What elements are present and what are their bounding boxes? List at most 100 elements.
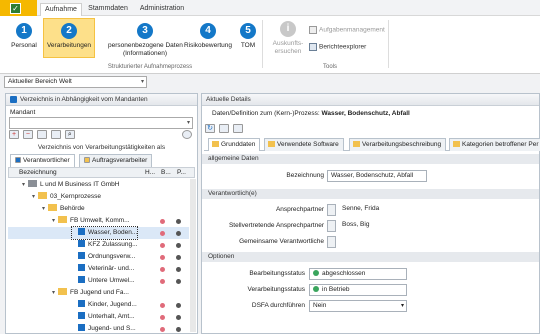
view-icon[interactable] — [182, 130, 192, 139]
folder-icon — [48, 204, 57, 211]
bezeichnung-field[interactable]: Wasser, Bodenschutz, Abfall — [327, 170, 427, 182]
aufgabenmanagement-button[interactable]: Aufgabenmanagement — [309, 26, 385, 34]
tab-auftragsverarbeiter[interactable]: Auftragsverarbeiter — [79, 154, 153, 167]
step-3-icon: 3 — [137, 23, 153, 39]
tree-row[interactable]: Veterinär- und... — [8, 263, 189, 275]
add-icon[interactable]: + — [9, 130, 19, 139]
auskunftsersuchen-button[interactable]: i Auskunfts- ersuchen — [268, 21, 308, 56]
tab-icon — [353, 141, 360, 147]
tree-row-label: Kinder, Jugend... — [88, 301, 137, 308]
status-dot — [176, 267, 181, 272]
document-icon — [78, 228, 85, 235]
bearbeitungsstatus-label: Bearbeitungsstatus — [249, 270, 305, 277]
step-4-icon: 4 — [200, 23, 216, 39]
tab-stammdaten[interactable]: Stammdaten — [86, 3, 130, 16]
save-icon[interactable] — [218, 124, 229, 133]
tree-row[interactable]: ▾ 03_Kernprozesse — [8, 191, 189, 203]
step-5-icon: 5 — [240, 23, 256, 39]
process-label: Daten/Definition zum (Kern-)Prozess: — [212, 110, 320, 117]
bereich-value: Welt — [58, 78, 72, 85]
tree-row[interactable]: ▾ FB Jugend und Fa... — [8, 287, 189, 299]
tab-verarbeitungsbeschreibung[interactable]: Verarbeitungsbeschreibung — [349, 138, 447, 151]
section-verantwortlich: Verantwortlich(e) — [202, 189, 539, 199]
remove-icon[interactable]: − — [22, 130, 33, 139]
berichteexplorer-button[interactable]: Berichteexplorer — [309, 43, 366, 51]
app-menu-button[interactable]: ✓ — [0, 0, 37, 16]
export-icon[interactable] — [232, 124, 243, 133]
tree-row[interactable]: Jugend- und S... — [8, 323, 189, 332]
gemeinsam-picker[interactable] — [327, 236, 336, 248]
tree-row-label: Unterhalt, Amt... — [88, 313, 135, 320]
tab-verantwortlicher[interactable]: Verantwortlicher — [10, 154, 75, 167]
stellvertreter-label: Stellvertretende Ansprechpartner — [228, 222, 324, 229]
detail-tabs: Grunddaten Verwendete Software Verarbeit… — [204, 138, 540, 151]
search-icon[interactable]: ⌕ — [64, 130, 75, 139]
col-p[interactable]: P... — [177, 168, 186, 177]
left-panel-header: Verzeichnis in Abhängigkeit vom Mandante… — [6, 94, 197, 106]
step-verarbeitungen-button[interactable]: 2 Verarbeitungen — [43, 18, 95, 58]
tree-row[interactable]: Kinder, Jugend... — [8, 299, 189, 311]
verarbeitungsstatus-label: Verarbeitungsstatus — [247, 286, 305, 293]
col-b[interactable]: B... — [161, 168, 171, 177]
tree-row[interactable]: KFZ Zulassung... — [8, 239, 189, 251]
step-personenbezogene-daten-button[interactable]: 3 personenbezogene Daten (Informationen) — [108, 23, 183, 58]
tab-verwendete-software[interactable]: Verwendete Software — [264, 138, 344, 151]
stellvertreter-field[interactable]: Boss, Big — [339, 220, 409, 232]
col-h[interactable]: H... — [145, 168, 155, 177]
tab-kategorien[interactable]: Kategorien betroffener Per — [449, 138, 540, 151]
verarbeitungsstatus-select[interactable]: in Betrieb — [309, 284, 407, 296]
folder-icon — [58, 216, 67, 223]
bearbeitungsstatus-select[interactable]: abgeschlossen — [309, 268, 407, 280]
bereich-select[interactable]: Aktueller Bereich Welt ▾ — [4, 76, 147, 88]
ansprechpartner-picker[interactable] — [327, 204, 336, 216]
step-tom-button[interactable]: 5 TOM — [236, 23, 260, 50]
step-label: Risikobewertung — [183, 42, 233, 49]
mandant-label: Mandant — [10, 109, 36, 116]
status-dot — [176, 303, 181, 308]
tree-scrollbar[interactable] — [190, 179, 196, 332]
tree-row[interactable]: Ordnungsverw... — [8, 251, 189, 263]
process-line: Daten/Definition zum (Kern-)Prozess: Was… — [202, 107, 539, 121]
app-logo-icon: ✓ — [10, 3, 21, 14]
tab-label: Kategorien betroffener Per — [462, 141, 539, 148]
status-green-icon — [313, 270, 319, 276]
refresh-icon[interactable]: ↻ — [205, 124, 215, 133]
gemeinsam-label: Gemeinsame Verantwortliche — [239, 238, 324, 245]
tree-row[interactable]: ▾ L und M Business IT GmbH — [8, 179, 189, 191]
tree-view: ▾ L und M Business IT GmbH ▾ 03_Kernprozess… — [8, 179, 189, 332]
step-label: TOM — [240, 42, 256, 49]
tab-grunddaten[interactable]: Grunddaten — [208, 138, 261, 151]
tab-administration[interactable]: Administration — [136, 3, 188, 16]
status-dot — [176, 231, 181, 236]
tree-row[interactable]: Wasser, Boden... — [8, 226, 189, 240]
status-dot — [160, 303, 165, 308]
stellvertreter-picker[interactable] — [327, 220, 336, 232]
tab-aufnahme[interactable]: Aufnahme — [40, 3, 82, 17]
tree-header: Bezeichnung H... B... P... — [8, 167, 195, 178]
status-dot — [160, 255, 165, 260]
right-toolbar: ↻ — [204, 123, 539, 134]
print-icon[interactable] — [50, 130, 61, 139]
step-label: Verarbeitungen — [46, 42, 92, 49]
tree-row-label: Ordnungsverw... — [88, 253, 136, 260]
mandant-select[interactable]: ▾ — [9, 117, 193, 129]
tree-row[interactable]: Unterhalt, Amt... — [8, 311, 189, 323]
mandant-area: Mandant ▾ — [6, 107, 197, 129]
left-panel-title: Verzeichnis in Abhängigkeit vom Mandante… — [20, 96, 148, 103]
group-label-process: Strukturierter Aufnahmeprozess — [107, 64, 193, 70]
status-dot — [160, 267, 165, 272]
ansprechpartner-label: Ansprechpartner — [275, 206, 324, 213]
dsfa-select[interactable]: Nein ▾ — [309, 300, 407, 312]
ansprechpartner-field[interactable]: Senne, Frida — [339, 204, 409, 216]
document-icon — [78, 264, 85, 271]
tree-row[interactable]: ▾ FB Umwelt, Komm... — [8, 215, 189, 227]
tree-row[interactable]: Untere Umwel... — [8, 275, 189, 287]
tree-row[interactable]: ▾ Behörde — [8, 203, 189, 215]
right-panel-header: Aktuelle Details — [202, 94, 539, 106]
copy-icon[interactable] — [36, 130, 47, 139]
task-icon — [309, 26, 317, 34]
col-bezeichnung[interactable]: Bezeichnung — [19, 168, 57, 177]
step-personal-button[interactable]: 1 Personal — [8, 23, 40, 50]
document-icon — [78, 324, 85, 331]
step-risikobewertung-button[interactable]: 4 Risikobewertung — [183, 23, 233, 50]
